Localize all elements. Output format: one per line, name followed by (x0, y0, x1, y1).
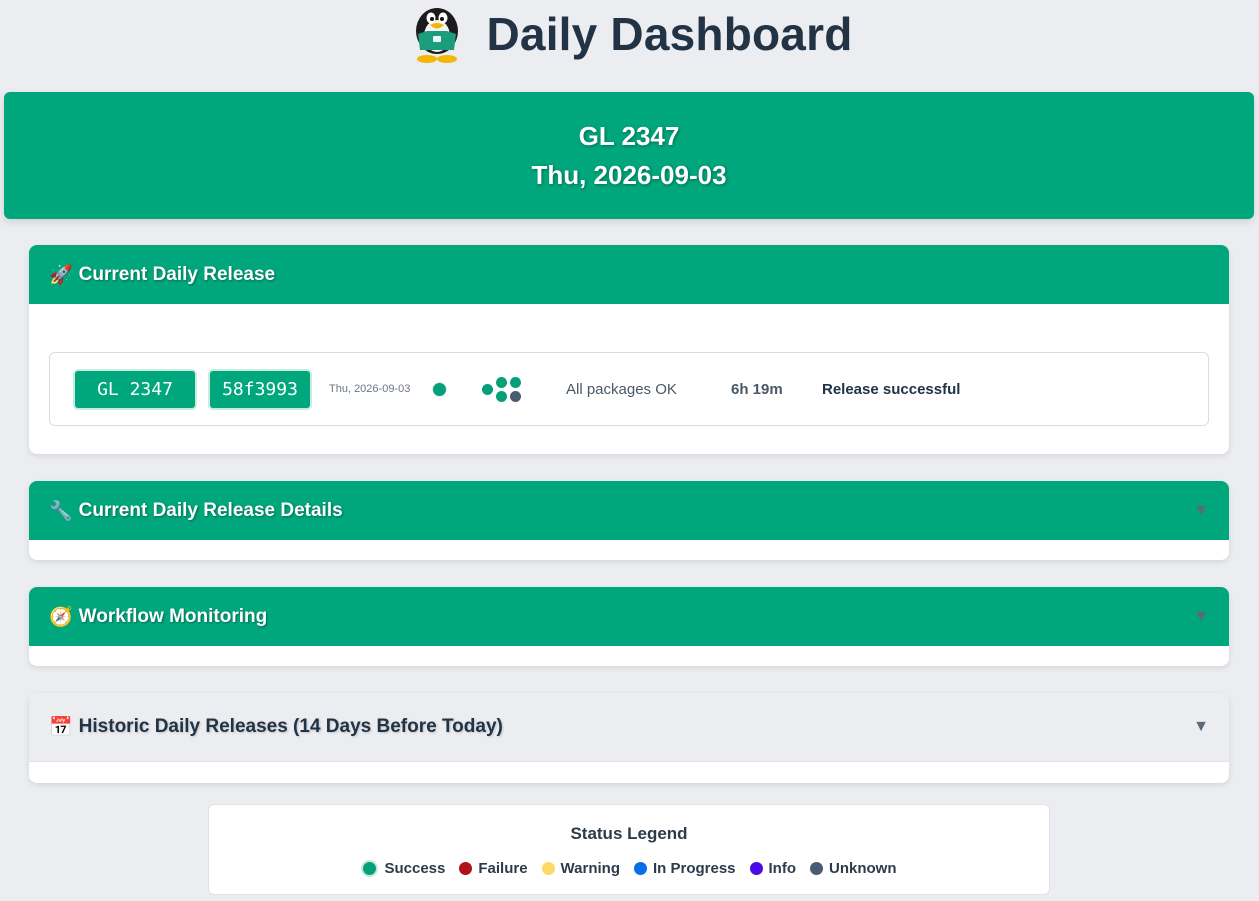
package-status-icon[interactable] (482, 376, 524, 404)
packages-status-text: All packages OK (566, 381, 677, 398)
hero-banner: GL 2347 Thu, 2026-09-03 (4, 92, 1254, 219)
unknown-dot-icon (810, 862, 824, 875)
legend-label: In Progress (652, 860, 736, 877)
legend-label: Success (384, 860, 446, 877)
legend-item-warning: Warning (541, 860, 620, 877)
current-release-header[interactable]: 🚀 Current Daily Release (29, 245, 1229, 304)
section-title: Workflow Monitoring (78, 605, 268, 627)
page-title: Daily Dashboard (486, 8, 853, 60)
legend-item-success: Success (361, 860, 445, 877)
current-release-section: 🚀 Current Daily Release GL 2347 58f3993 … (29, 245, 1229, 454)
page-header: Daily Dashboard (0, 0, 1259, 68)
commit-tag[interactable]: 58f3993 (210, 371, 310, 408)
legend-label: Warning (560, 860, 620, 877)
package-dot (510, 377, 521, 388)
chevron-down-icon[interactable]: ▼ (1193, 718, 1209, 736)
legend-title: Status Legend (570, 824, 688, 843)
wrench-icon: 🔧 (49, 500, 73, 522)
warning-dot-icon (541, 862, 555, 875)
chevron-down-icon[interactable]: ▼ (1193, 608, 1209, 626)
release-result: Release successful (822, 381, 961, 398)
legend-item-in-progress: In Progress (633, 860, 736, 877)
legend-label: Failure (478, 860, 528, 877)
status-legend: Status Legend Success Failure Warning In… (208, 804, 1050, 895)
legend-items: Success Failure Warning In Progress Info… (209, 860, 1049, 877)
package-dot (496, 377, 507, 388)
status-success-icon (432, 382, 447, 397)
historic-releases-section: 📅 Historic Daily Releases (14 Days Befor… (29, 693, 1229, 783)
legend-item-failure: Failure (459, 860, 528, 877)
release-details-header[interactable]: 🔧 Current Daily Release Details ▼ (29, 481, 1229, 540)
hero-build: GL 2347 (578, 121, 680, 151)
release-date: Thu, 2026-09-03 (329, 383, 411, 395)
failure-dot-icon (459, 862, 473, 875)
legend-label: Info (768, 860, 797, 877)
success-dot-icon (361, 860, 379, 877)
package-dot (510, 391, 521, 402)
package-dot (496, 391, 507, 402)
legend-item-info: Info (749, 860, 797, 877)
calendar-icon: 📅 (49, 717, 73, 738)
section-title: Historic Daily Releases (14 Days Before … (78, 716, 503, 737)
compass-icon: 🧭 (49, 606, 73, 628)
in-progress-dot-icon (633, 862, 647, 875)
release-row[interactable]: GL 2347 58f3993 Thu, 2026-09-03 All pack… (49, 352, 1209, 426)
version-tag[interactable]: GL 2347 (75, 371, 195, 408)
chevron-down-icon[interactable]: ▼ (1193, 502, 1209, 520)
info-dot-icon (749, 862, 763, 875)
hero-date: Thu, 2026-09-03 (531, 160, 727, 190)
release-details-section: 🔧 Current Daily Release Details ▼ (29, 481, 1229, 560)
legend-label: Unknown (829, 860, 897, 877)
tux-penguin-icon (415, 8, 458, 63)
legend-item-unknown: Unknown (810, 860, 897, 877)
historic-releases-header[interactable]: 📅 Historic Daily Releases (14 Days Befor… (29, 693, 1229, 762)
workflow-monitoring-section: 🧭 Workflow Monitoring ▼ (29, 587, 1229, 666)
package-dot (482, 384, 493, 395)
section-title: Current Daily Release Details (78, 499, 343, 521)
section-title: Current Daily Release (78, 263, 276, 285)
release-duration: 6h 19m (731, 381, 783, 398)
workflow-monitoring-header[interactable]: 🧭 Workflow Monitoring ▼ (29, 587, 1229, 646)
rocket-icon: 🚀 (49, 264, 73, 286)
